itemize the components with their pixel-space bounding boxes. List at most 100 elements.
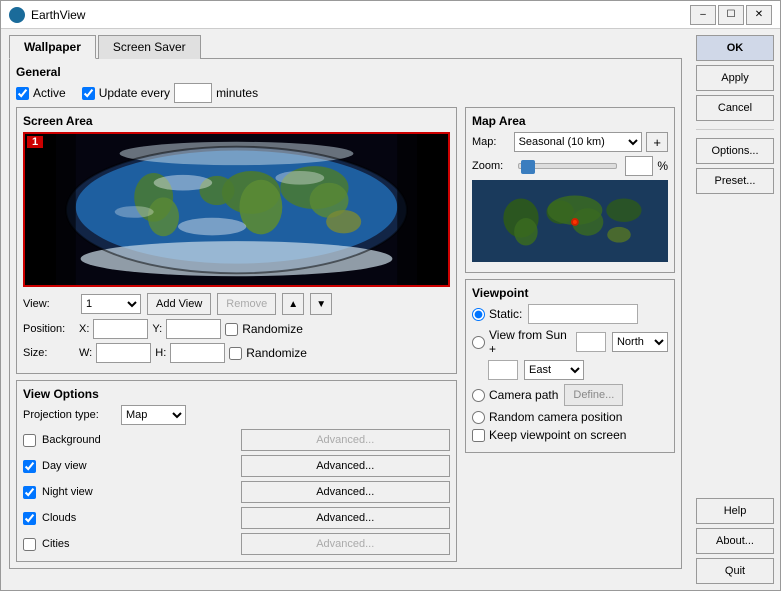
camera-path-radio-label[interactable]: Camera path (472, 388, 558, 402)
night-view-label: Night view (42, 486, 233, 498)
earth-preview-svg (25, 134, 448, 285)
randomize1-label[interactable]: Randomize (225, 322, 303, 336)
static-radio-label[interactable]: Static: (472, 307, 522, 321)
keep-viewpoint-label: Keep viewpoint on screen (489, 428, 626, 442)
quit-button[interactable]: Quit (696, 558, 774, 584)
active-check-label[interactable]: Active (16, 86, 66, 100)
background-check[interactable]: Background (23, 429, 233, 451)
north-select[interactable]: North (612, 332, 668, 352)
night-adv-button[interactable]: Advanced... (241, 481, 451, 503)
y-label: Y: (152, 323, 162, 335)
clouds-check[interactable]: Clouds (23, 507, 233, 529)
main-content: Wallpaper Screen Saver General Active Up… (1, 29, 780, 590)
map-mini-preview (472, 180, 668, 262)
h-input[interactable]: 1080 (170, 343, 225, 363)
minimize-button[interactable]: – (690, 5, 716, 25)
about-button[interactable]: About... (696, 528, 774, 554)
camera-path-label: Camera path (489, 388, 558, 402)
projection-row: Projection type: Map (23, 405, 450, 425)
east-select[interactable]: East (524, 360, 584, 380)
zoom-slider-thumb[interactable] (521, 160, 535, 174)
remove-button[interactable]: Remove (217, 293, 276, 315)
randomize1-checkbox[interactable] (225, 323, 238, 336)
view-from-sun-label: View from Sun + (489, 328, 570, 356)
night-view-check[interactable]: Night view (23, 481, 233, 503)
help-button[interactable]: Help (696, 498, 774, 524)
two-col-layout: Screen Area 1 (16, 107, 675, 562)
map-select[interactable]: Seasonal (10 km) (514, 132, 643, 152)
randomize2-text: Randomize (246, 346, 307, 360)
projection-select[interactable]: Map (121, 405, 186, 425)
ok-button[interactable]: OK (696, 35, 774, 61)
night-view-checkbox[interactable] (23, 486, 36, 499)
screen-area-box: Screen Area 1 (16, 107, 457, 374)
spacer (696, 198, 774, 494)
add-view-button[interactable]: Add View (147, 293, 211, 315)
view-from-sun-radio-label[interactable]: View from Sun + (472, 328, 570, 356)
w-input[interactable]: 1920 (96, 343, 151, 363)
map-preview-svg (472, 180, 668, 262)
clouds-adv-button[interactable]: Advanced... (241, 507, 451, 529)
view-options-label: View Options (23, 387, 450, 401)
preset-button[interactable]: Preset... (696, 168, 774, 194)
update-checkbox[interactable] (82, 87, 95, 100)
y-input[interactable]: 0 (166, 319, 221, 339)
update-value-input[interactable]: 10 (174, 83, 212, 103)
cities-checkbox[interactable] (23, 538, 36, 551)
add-map-button[interactable]: + (646, 132, 668, 152)
clouds-checkbox[interactable] (23, 512, 36, 525)
tab-screensaver[interactable]: Screen Saver (98, 35, 201, 59)
random-camera-radio[interactable] (472, 411, 485, 424)
w-label: W: (79, 347, 92, 359)
cities-adv-button[interactable]: Advanced... (241, 533, 451, 555)
zoom-slider-track[interactable] (518, 163, 618, 169)
map-select-row: Map: Seasonal (10 km) + (472, 132, 668, 152)
east-row: 0° East (472, 360, 668, 380)
randomize2-checkbox[interactable] (229, 347, 242, 360)
sun-deg2-input[interactable]: 0° (488, 360, 518, 380)
keep-viewpoint-check-label[interactable]: Keep viewpoint on screen (472, 428, 626, 442)
h-label: H: (155, 347, 166, 359)
day-adv-button[interactable]: Advanced... (241, 455, 451, 477)
window-controls: – ☐ ✕ (690, 5, 772, 25)
active-checkbox[interactable] (16, 87, 29, 100)
view-from-sun-radio[interactable] (472, 336, 485, 349)
static-label: Static: (489, 307, 522, 321)
tab-content: General Active Update every 10 minutes (9, 58, 682, 569)
background-checkbox[interactable] (23, 434, 36, 447)
down-arrow-button[interactable]: ▼ (310, 293, 332, 315)
tab-wallpaper[interactable]: Wallpaper (9, 35, 96, 59)
view-label: View: (23, 298, 75, 310)
update-check-label[interactable]: Update every (82, 86, 170, 100)
day-view-label: Day view (42, 460, 233, 472)
camera-path-radio[interactable] (472, 389, 485, 402)
map-area-box: Map Area Map: Seasonal (10 km) + Zoom: (465, 107, 675, 273)
sun-deg1-input[interactable]: 0° (576, 332, 606, 352)
keep-viewpoint-checkbox[interactable] (472, 429, 485, 442)
cancel-button[interactable]: Cancel (696, 95, 774, 121)
background-adv-button[interactable]: Advanced... (241, 429, 451, 451)
cities-label: Cities (42, 538, 233, 550)
cities-check[interactable]: Cities (23, 533, 233, 555)
window-title: EarthView (31, 8, 690, 22)
main-window: EarthView – ☐ ✕ Wallpaper Screen Saver G… (0, 0, 781, 591)
apply-button[interactable]: Apply (696, 65, 774, 91)
coords-input[interactable]: 0.00° N 0.00° E (528, 304, 638, 324)
zoom-input[interactable]: 1 (625, 156, 653, 176)
static-radio[interactable] (472, 308, 485, 321)
x-input[interactable]: 0 (93, 319, 148, 339)
maximize-button[interactable]: ☐ (718, 5, 744, 25)
day-view-check[interactable]: Day view (23, 455, 233, 477)
randomize2-label[interactable]: Randomize (229, 346, 307, 360)
screen-preview: 1 (23, 132, 450, 287)
options-button[interactable]: Options... (696, 138, 774, 164)
random-camera-radio-label[interactable]: Random camera position (472, 410, 622, 424)
general-row: Active Update every 10 minutes (16, 83, 675, 103)
day-view-checkbox[interactable] (23, 460, 36, 473)
define-button[interactable]: Define... (564, 384, 623, 406)
close-button[interactable]: ✕ (746, 5, 772, 25)
view-select[interactable]: 1 (81, 294, 141, 314)
up-arrow-button[interactable]: ▲ (282, 293, 304, 315)
projection-label: Projection type: (23, 409, 113, 421)
update-label: Update every (99, 86, 170, 100)
